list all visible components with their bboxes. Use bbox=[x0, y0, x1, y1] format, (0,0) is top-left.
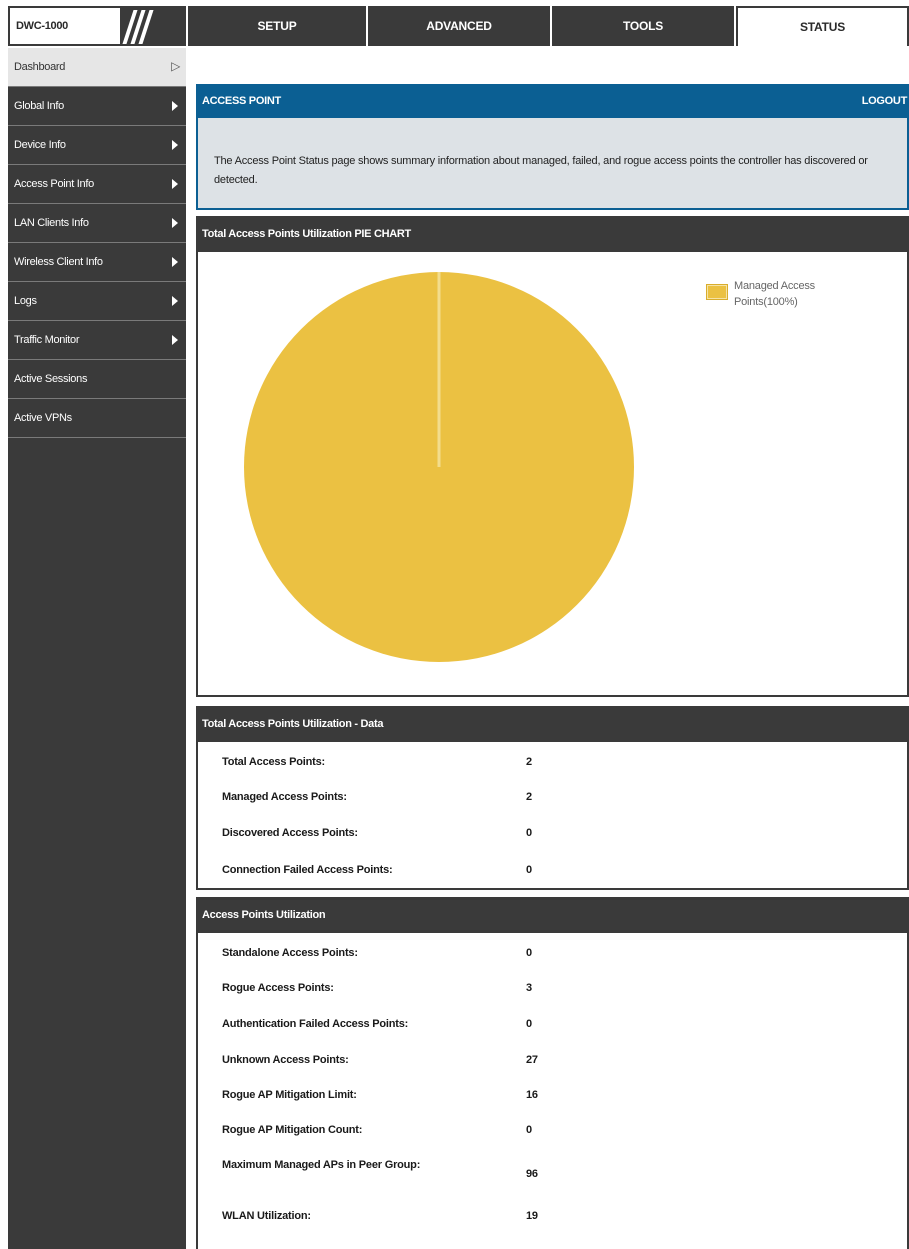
triangle-right-icon bbox=[172, 101, 178, 111]
sidebar-item-lan-clients-info[interactable]: LAN Clients Info bbox=[8, 204, 186, 243]
sidebar-item-dashboard[interactable]: Dashboard ▷ bbox=[8, 48, 186, 87]
row-label: Standalone Access Points: bbox=[222, 947, 358, 959]
top-nav: SETUP ADVANCED TOOLS STATUS bbox=[188, 6, 909, 46]
sidebar-item-traffic-monitor[interactable]: Traffic Monitor bbox=[8, 321, 186, 360]
triangle-right-icon bbox=[172, 140, 178, 150]
sidebar: Dashboard ▷ Global Info Device Info Acce… bbox=[8, 48, 186, 1249]
row-label: Managed Access Points: bbox=[222, 791, 347, 803]
product-name: DWC-1000 bbox=[10, 8, 120, 44]
row-value: 0 bbox=[526, 947, 532, 959]
page-description: The Access Point Status page shows summa… bbox=[196, 118, 909, 210]
row-value: 0 bbox=[526, 1124, 532, 1136]
row-value: 2 bbox=[526, 791, 532, 803]
triangle-right-icon bbox=[172, 296, 178, 306]
sidebar-item-label: Active Sessions bbox=[14, 373, 88, 385]
sidebar-item-label: LAN Clients Info bbox=[14, 217, 89, 229]
sidebar-item-label: Dashboard bbox=[14, 61, 66, 73]
tab-tools[interactable]: TOOLS bbox=[552, 6, 734, 46]
sidebar-item-access-point-info[interactable]: Access Point Info bbox=[8, 165, 186, 204]
tab-status[interactable]: STATUS bbox=[736, 6, 909, 46]
triangle-outline-icon: ▷ bbox=[171, 59, 180, 73]
logout-link[interactable]: LOGOUT bbox=[862, 84, 909, 118]
row-label: Maximum Managed APs in Peer Group: bbox=[222, 1159, 421, 1171]
sidebar-item-label: Device Info bbox=[14, 139, 66, 151]
sidebar-item-label: Logs bbox=[14, 295, 37, 307]
page-header-bar: ACCESS POINT LOGOUT bbox=[196, 84, 909, 118]
row-value: 0 bbox=[526, 827, 532, 839]
sidebar-item-wireless-client-info[interactable]: Wireless Client Info bbox=[8, 243, 186, 282]
triangle-right-icon bbox=[172, 179, 178, 189]
sidebar-item-label: Traffic Monitor bbox=[14, 334, 80, 346]
data-panel: Total Access Points: 2 Managed Access Po… bbox=[196, 742, 909, 890]
legend-label: Managed Access Points(100%) bbox=[734, 280, 815, 308]
util-section-title: Access Points Utilization bbox=[196, 897, 909, 933]
sidebar-item-device-info[interactable]: Device Info bbox=[8, 126, 186, 165]
sidebar-item-label: Access Point Info bbox=[14, 178, 94, 190]
pie-chart-panel: Managed Access Points(100%) bbox=[196, 252, 909, 697]
sidebar-item-label: Active VPNs bbox=[14, 412, 72, 424]
row-label: Unknown Access Points: bbox=[222, 1054, 349, 1066]
triangle-right-icon bbox=[172, 257, 178, 267]
row-value: 2 bbox=[526, 756, 532, 768]
triangle-right-icon bbox=[172, 218, 178, 228]
tab-advanced[interactable]: ADVANCED bbox=[368, 6, 550, 46]
sidebar-item-active-sessions[interactable]: Active Sessions bbox=[8, 360, 186, 399]
util-panel: Standalone Access Points: 0 Rogue Access… bbox=[196, 933, 909, 1249]
row-label: WLAN Utilization: bbox=[222, 1210, 311, 1222]
sidebar-item-label: Wireless Client Info bbox=[14, 256, 103, 268]
row-value: 96 bbox=[526, 1168, 538, 1180]
row-value: 0 bbox=[526, 1018, 532, 1030]
sidebar-item-label: Global Info bbox=[14, 100, 64, 112]
sidebar-item-global-info[interactable]: Global Info bbox=[8, 87, 186, 126]
sidebar-item-logs[interactable]: Logs bbox=[8, 282, 186, 321]
row-label: Rogue AP Mitigation Limit: bbox=[222, 1089, 357, 1101]
row-label: Rogue AP Mitigation Count: bbox=[222, 1124, 363, 1136]
row-value: 19 bbox=[526, 1210, 538, 1222]
page-title: ACCESS POINT bbox=[202, 95, 281, 107]
pie-chart bbox=[244, 272, 634, 662]
triangle-right-icon bbox=[172, 335, 178, 345]
product-logo: DWC-1000 bbox=[8, 6, 186, 46]
pie-section-title: Total Access Points Utilization PIE CHAR… bbox=[196, 216, 909, 252]
tab-setup[interactable]: SETUP bbox=[188, 6, 366, 46]
sidebar-item-active-vpns[interactable]: Active VPNs bbox=[8, 399, 186, 438]
slash-logo-icon bbox=[122, 10, 154, 44]
row-label: Discovered Access Points: bbox=[222, 827, 358, 839]
row-value: 27 bbox=[526, 1054, 538, 1066]
row-value: 0 bbox=[526, 864, 532, 876]
row-label: Connection Failed Access Points: bbox=[222, 864, 393, 876]
row-value: 3 bbox=[526, 982, 532, 994]
row-value: 16 bbox=[526, 1089, 538, 1101]
row-label: Authentication Failed Access Points: bbox=[222, 1018, 409, 1030]
row-label: Total Access Points: bbox=[222, 756, 325, 768]
row-label: Rogue Access Points: bbox=[222, 982, 334, 994]
data-section-title: Total Access Points Utilization - Data bbox=[196, 706, 909, 742]
legend-swatch bbox=[706, 284, 728, 300]
